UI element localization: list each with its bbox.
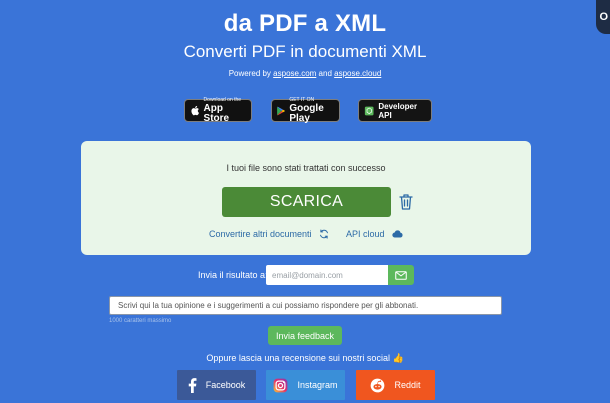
aspose-com-link[interactable]: aspose.com <box>273 69 316 78</box>
page-title: da PDF a XML <box>223 10 387 37</box>
reddit-label: Reddit <box>394 380 421 390</box>
review-prompt: Oppure lascia una recensione sui nostri … <box>206 353 404 363</box>
google-play-label: Google Play <box>289 102 324 124</box>
app-store-small-text: Download on the <box>203 96 242 103</box>
powered-by: Powered by aspose.com and aspose.cloud <box>0 69 610 78</box>
trash-icon[interactable] <box>398 193 414 211</box>
instagram-icon <box>274 378 288 392</box>
reddit-icon <box>371 378 385 392</box>
aspose-cloud-link[interactable]: aspose.cloud <box>334 69 381 78</box>
reddit-button[interactable]: Reddit <box>356 370 435 400</box>
app-store-button[interactable]: Download on the App Store <box>184 96 252 124</box>
app-store-label: App Store <box>203 102 230 124</box>
api-cloud-label: API cloud <box>346 229 385 239</box>
google-play-button[interactable]: GET IT ON Google Play <box>271 96 340 124</box>
api-cube-icon <box>364 106 374 115</box>
facebook-button[interactable]: Facebook <box>177 370 256 400</box>
powered-by-label: Powered by <box>228 69 271 78</box>
refresh-icon <box>319 229 328 239</box>
facebook-icon <box>188 377 197 393</box>
powered-and: and <box>318 69 332 78</box>
convert-more-link[interactable]: Convertire altri documenti <box>209 229 329 239</box>
instagram-button[interactable]: Instagram <box>266 370 345 400</box>
char-limit-note: 1000 caratteri massimo <box>109 318 172 324</box>
apple-icon <box>191 105 200 116</box>
send-email-button[interactable] <box>388 265 414 285</box>
result-panel: I tuoi file sono stati trattati con succ… <box>81 141 531 255</box>
envelope-icon <box>395 270 407 280</box>
google-play-small-text: GET IT ON <box>289 96 315 103</box>
api-cloud-link[interactable]: API cloud <box>346 229 403 239</box>
instagram-label: Instagram <box>297 380 338 390</box>
send-result-label: Invia il risultato a: <box>198 270 268 280</box>
page-subtitle: Converti PDF in documenti XML <box>183 42 427 61</box>
download-button[interactable]: SCARICA <box>222 187 391 217</box>
facebook-label: Facebook <box>205 380 246 390</box>
success-message: I tuoi file sono stati trattati con succ… <box>226 163 386 173</box>
developer-api-label: Developer API <box>378 102 418 120</box>
convert-more-label: Convertire altri documenti <box>209 229 312 239</box>
developer-api-button[interactable]: Developer API <box>358 99 432 122</box>
cloud-icon <box>391 230 403 238</box>
email-input[interactable] <box>266 265 388 285</box>
send-feedback-button[interactable]: Invia feedback <box>268 326 342 345</box>
google-play-icon <box>277 106 285 115</box>
feedback-input[interactable] <box>109 296 502 315</box>
